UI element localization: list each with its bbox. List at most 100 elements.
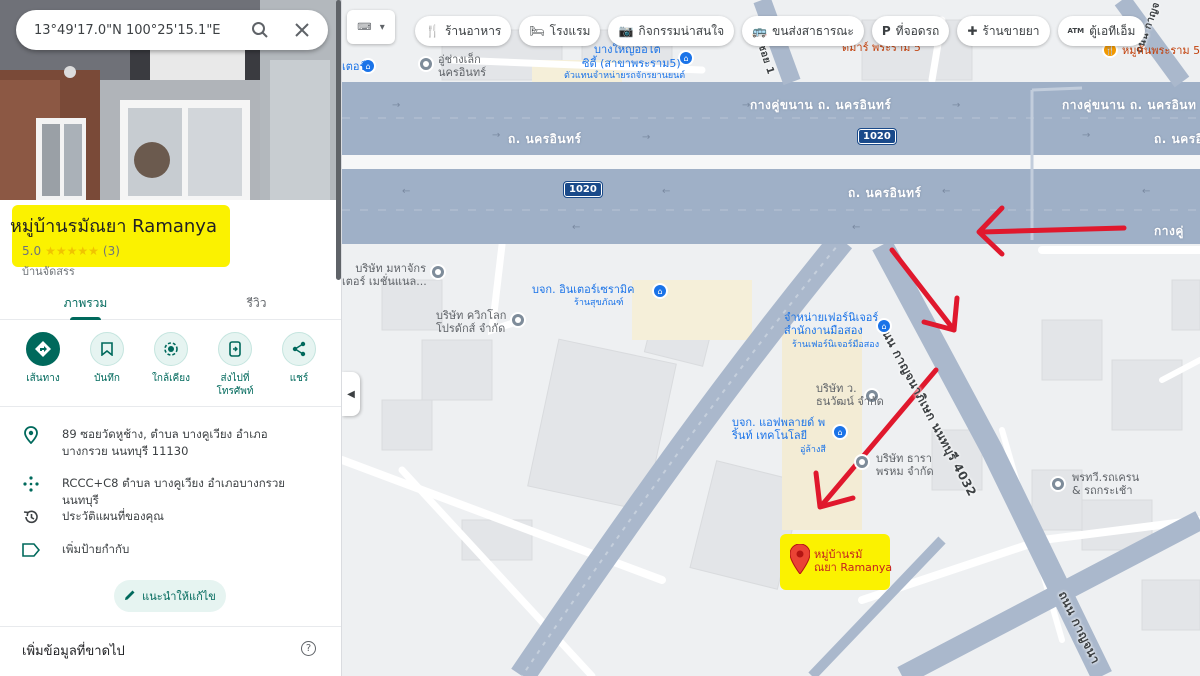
rating-value: 5.0: [22, 244, 42, 258]
building-block: [1141, 579, 1200, 631]
poi-label[interactable]: บริษัท ว. ธนวัฒน์ จำกัด: [816, 382, 884, 408]
poi-label[interactable]: บริษัท มหาจักร เตอร์ เมชั่นแนล...: [342, 262, 427, 288]
poi-label[interactable]: ซิตี้ (สาขาพระราม5): [582, 57, 681, 70]
svg-text:←: ←: [572, 222, 580, 233]
chip-attractions[interactable]: 📷 กิจกรรมน่าสนใจ: [608, 16, 735, 46]
search-icon[interactable]: [246, 16, 274, 44]
star-rating-icon: ★★★★★: [45, 244, 99, 258]
poi-marker[interactable]: [418, 56, 434, 72]
poi-marker[interactable]: [1050, 476, 1066, 492]
poi-label[interactable]: จำหน่ายเฟอร์นิเจอร์ สำนักงานมือสอง: [784, 311, 878, 337]
poi-label[interactable]: บจก. อินเตอร์เซรามิค: [532, 283, 635, 296]
panel-scrollbar[interactable]: [336, 0, 341, 280]
divider: [0, 406, 341, 407]
poi-marker[interactable]: [430, 264, 446, 280]
map-canvas[interactable]: → → → → → → ← ← ← ← ← ← กางคู่ขนาน ถ. นครอินทร์ …: [342, 0, 1200, 676]
parking-icon: P: [881, 24, 891, 38]
poi-label[interactable]: ตัวแทนจำหน่ายรถจักรยานยนต์: [564, 70, 685, 83]
poi-label[interactable]: บริษัท ควิกโลก โปรดักส์ จำกัด: [436, 309, 506, 335]
chip-label: กิจกรรมน่าสนใจ: [638, 23, 725, 38]
pharmacy-icon: ✚: [967, 24, 978, 38]
chip-restaurant[interactable]: 🍴 ร้านอาหาร: [415, 16, 512, 46]
road-label: ถ. นครอินทร์: [508, 132, 582, 146]
add-label-row[interactable]: เพิ่มป้ายกำกับ: [22, 541, 312, 559]
place-photo[interactable]: [0, 0, 341, 200]
suggest-edit-button[interactable]: แนะนำให้แก้ไข: [114, 580, 226, 612]
chip-label: ร้านอาหาร: [444, 23, 502, 38]
place-tabs: ภาพรวม รีวิว: [0, 284, 341, 320]
review-count[interactable]: (3): [103, 244, 120, 258]
history-row[interactable]: ประวัติแผนที่ของคุณ: [22, 508, 312, 526]
share-icon: [282, 332, 316, 366]
bookmark-icon: [90, 332, 124, 366]
history-icon: [22, 508, 40, 526]
chip-label: ตู้เอทีเอ็ม: [1089, 23, 1136, 38]
svg-text:→: →: [392, 100, 400, 111]
poi-marker[interactable]: [854, 454, 870, 470]
local-road: [398, 466, 596, 676]
nearby-button[interactable]: ใกล้เคียง: [142, 332, 200, 398]
chip-atm[interactable]: ATM ตู้เอทีเอ็ม: [1057, 16, 1146, 46]
selected-place-pin-icon[interactable]: [790, 544, 810, 574]
svg-text:→: →: [952, 100, 960, 111]
chip-hotel[interactable]: 🛏 โรงแรม: [519, 16, 601, 46]
close-icon[interactable]: [288, 16, 316, 44]
save-button[interactable]: บันทึก: [78, 332, 136, 398]
poi-label[interactable]: พรทวี.รถเครน & รถกระเช้า: [1072, 471, 1139, 497]
chip-pharmacy[interactable]: ✚ ร้านขายยา: [957, 16, 1050, 46]
svg-text:→: →: [642, 132, 650, 143]
tab-overview[interactable]: ภาพรวม: [0, 284, 171, 320]
road-label: กางคู่ขนาน ถ. นครอินท: [1062, 98, 1197, 112]
poi-label[interactable]: ร้านสุขภัณฑ์: [574, 297, 623, 310]
shop-icon[interactable]: ⌂: [876, 318, 892, 334]
share-button[interactable]: แชร์: [270, 332, 328, 398]
plus-code-row[interactable]: RCCC+C8 ตำบล บางคูเวียง อำเภอบางกรวย นนท…: [22, 475, 312, 509]
chip-transit[interactable]: 🚌 ขนส่งสาธารณะ: [742, 16, 864, 46]
action-label: ส่งไปที่โทรศัพท์: [216, 373, 254, 397]
selected-place-label[interactable]: หมู่บ้านรมั ณยา Ramanya: [814, 548, 892, 574]
chip-parking[interactable]: P ที่จอดรถ: [871, 16, 950, 46]
poi-label[interactable]: บจก. แอฟพลายด์ พ ริ้นท์ เทคโนโลยี: [732, 416, 825, 442]
tab-reviews[interactable]: รีวิว: [171, 284, 341, 319]
place-category[interactable]: บ้านจัดสรร: [22, 262, 75, 280]
shop-icon[interactable]: ⌂: [832, 424, 848, 440]
lot-area: [632, 280, 752, 340]
shop-icon[interactable]: ⌂: [652, 283, 668, 299]
connector-road: [1031, 86, 1083, 92]
poi-label[interactable]: เตอร์: [342, 60, 365, 73]
send-to-phone-button[interactable]: ส่งไปที่โทรศัพท์: [206, 332, 264, 398]
history-text: ประวัติแผนที่ของคุณ: [62, 509, 164, 523]
directions-button[interactable]: เส้นทาง: [14, 332, 72, 398]
address-row[interactable]: 89 ซอยวัดหูช้าง, ตำบล บางคูเวียง อำเภอบา…: [22, 426, 312, 460]
svg-text:←: ←: [942, 186, 950, 197]
poi-label[interactable]: บริษัท ธารา พรหม จำกัด: [876, 452, 934, 478]
road-label: กางคู่ขนาน ถ. นครอินทร์: [750, 98, 892, 112]
camera-icon: 📷: [618, 24, 634, 38]
label-tag-icon: [22, 541, 40, 559]
chevron-left-icon: ◀: [347, 388, 355, 400]
nearby-icon: [154, 332, 188, 366]
road-label: ถ. นครอิ: [1154, 132, 1200, 146]
category-chips: 🍴 ร้านอาหาร 🛏 โรงแรม 📷 กิจกรรมน่าสนใจ 🚌 ขนส่…: [415, 16, 1146, 46]
svg-text:←: ←: [852, 222, 860, 233]
rating-row[interactable]: 5.0 ★★★★★ (3): [22, 244, 120, 258]
directions-icon: [26, 332, 60, 366]
search-input[interactable]: [34, 22, 246, 38]
place-title: หมู่บ้านรมัณยา Ramanya: [10, 216, 217, 237]
poi-label[interactable]: ร้านเฟอร์นิเจอร์มือสอง: [792, 339, 879, 352]
help-icon[interactable]: ?: [301, 641, 316, 656]
building-block: [1041, 319, 1103, 381]
collapse-panel-button[interactable]: ◀: [342, 372, 360, 416]
location-pin-icon: [22, 426, 40, 444]
chip-label: ที่จอดรถ: [895, 23, 940, 38]
layers-button[interactable]: ⌨ ▾: [347, 10, 395, 44]
search-bar[interactable]: [16, 10, 328, 50]
road-label: ถ. นครอินทร์: [848, 186, 922, 200]
highway-median: [342, 155, 1200, 169]
divider: [0, 626, 341, 627]
poi-label[interactable]: อู่ล้างสี: [800, 444, 826, 457]
poi-label[interactable]: อู่ช่างเล็ก นครอินทร์: [438, 53, 486, 79]
building-block: [421, 339, 493, 401]
svg-text:←: ←: [662, 186, 670, 197]
poi-marker[interactable]: [510, 312, 526, 328]
